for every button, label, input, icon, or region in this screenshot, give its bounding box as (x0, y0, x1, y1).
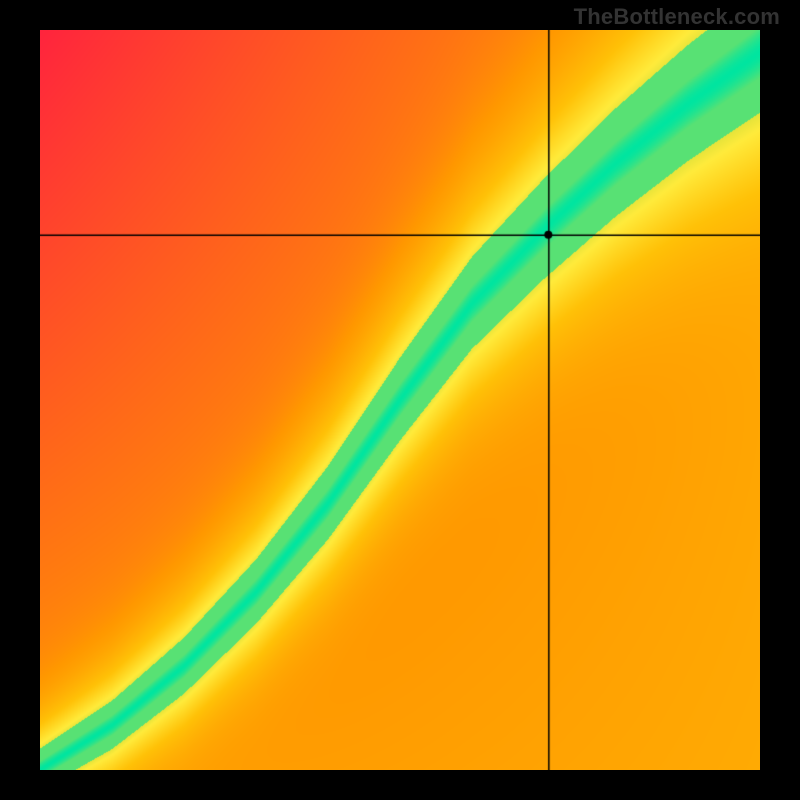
chart-container: TheBottleneck.com (0, 0, 800, 800)
heatmap-canvas (40, 30, 760, 770)
watermark-text: TheBottleneck.com (574, 4, 780, 30)
heatmap-plot (40, 30, 760, 770)
